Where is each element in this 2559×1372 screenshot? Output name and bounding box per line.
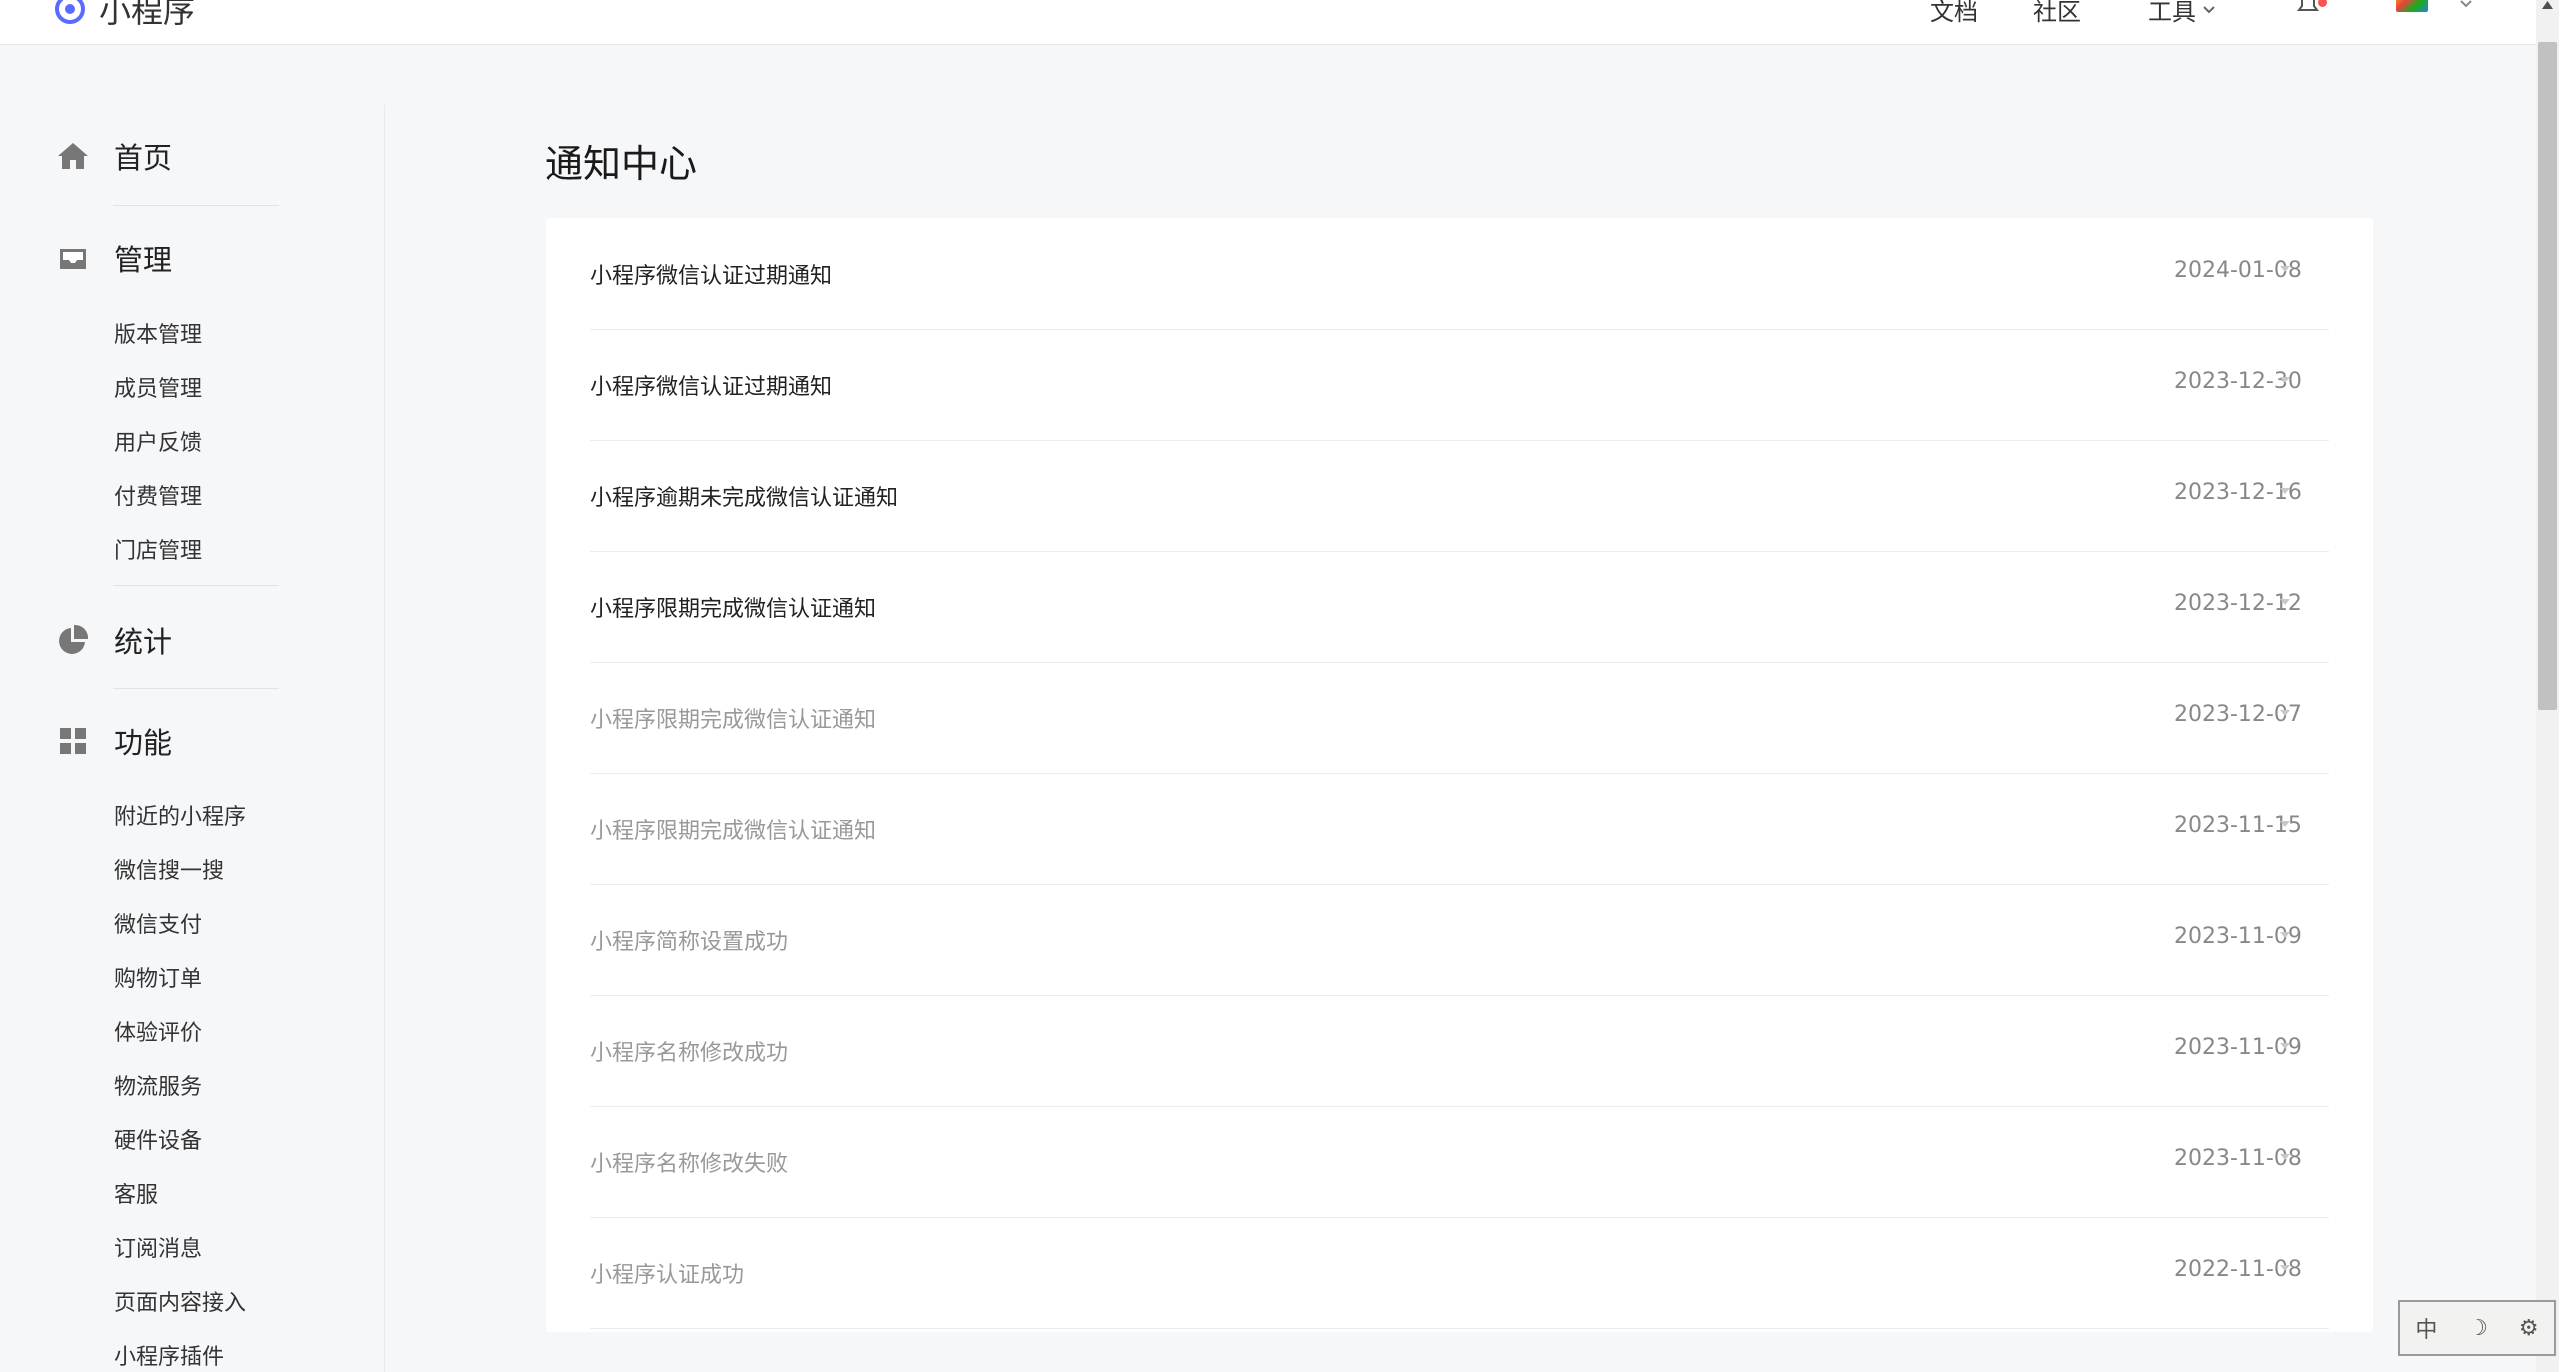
sidebar-subitem-service[interactable]: 客服 <box>114 1177 158 1209</box>
inbox-icon <box>60 249 86 269</box>
sidebar-item-label: 功能 <box>114 726 173 760</box>
nav-docs[interactable]: 文档 <box>1930 0 1978 27</box>
notification-row[interactable]: 小程序简称设置成功 2023-11-09 <box>590 884 2329 996</box>
notification-title: 小程序限期完成微信认证通知 <box>590 819 877 844</box>
chevron-down-icon[interactable] <box>2278 819 2292 829</box>
divider <box>113 585 279 586</box>
nav-tools-label: 工具 <box>2148 0 2196 26</box>
chevron-down-icon[interactable] <box>2278 708 2292 718</box>
notification-title: 小程序认证成功 <box>590 1263 745 1288</box>
chevron-down-icon[interactable] <box>2278 486 2292 496</box>
moon-icon[interactable]: ☽ <box>2468 1316 2488 1341</box>
ime-language-indicator[interactable]: 中 <box>2415 1312 2437 1344</box>
home-icon <box>58 143 88 169</box>
logo[interactable]: 小程序 <box>55 0 195 32</box>
sidebar-item-stats[interactable]: 统计 <box>56 619 172 661</box>
ime-toolbar[interactable]: 中 ☽ ⚙ <box>2398 1300 2556 1356</box>
divider <box>113 205 279 206</box>
sidebar-subitem-nearby[interactable]: 附近的小程序 <box>114 799 246 831</box>
notification-title: 小程序限期完成微信认证通知 <box>590 597 877 622</box>
sidebar-item-label: 首页 <box>114 141 173 175</box>
sidebar-item-label: 统计 <box>114 625 173 659</box>
notification-row[interactable]: 小程序微信认证过期通知 2024-01-08 <box>590 218 2329 330</box>
scrollbar-thumb[interactable] <box>2538 42 2557 710</box>
sidebar-subitem-feedback[interactable]: 用户反馈 <box>114 425 202 457</box>
grid-icon <box>60 728 86 754</box>
page-title: 通知中心 <box>545 142 698 187</box>
avatar-chevron-down-icon[interactable] <box>2460 0 2472 10</box>
nav-community[interactable]: 社区 <box>2033 0 2081 27</box>
sidebar-item-label: 管理 <box>114 243 173 277</box>
miniprogram-logo-icon <box>55 0 85 24</box>
scroll-up-arrow-icon[interactable] <box>2541 0 2554 10</box>
sidebar-subitem-version[interactable]: 版本管理 <box>114 317 202 349</box>
notification-row[interactable]: 小程序限期完成微信认证通知 2023-11-15 <box>590 773 2329 885</box>
notification-title: 小程序简称设置成功 <box>590 930 789 955</box>
notification-row[interactable]: 小程序名称修改失败 2023-11-08 <box>590 1106 2329 1218</box>
chevron-down-icon[interactable] <box>2278 597 2292 607</box>
notification-row[interactable]: 小程序认证成功 2022-11-08 <box>590 1217 2329 1329</box>
avatar[interactable] <box>2396 0 2428 12</box>
sidebar-subitem-reviews[interactable]: 体验评价 <box>114 1015 202 1047</box>
top-bar: 小程序 文档 社区 工具 <box>0 0 2536 45</box>
notification-row[interactable]: 小程序微信认证过期通知 2023-12-30 <box>590 329 2329 441</box>
sidebar-subitem-orders[interactable]: 购物订单 <box>114 961 202 993</box>
sidebar-subitem-members[interactable]: 成员管理 <box>114 371 202 403</box>
chevron-down-icon[interactable] <box>2278 264 2292 274</box>
notification-title: 小程序名称修改成功 <box>590 1041 789 1066</box>
sidebar-subitem-stores[interactable]: 门店管理 <box>114 533 202 565</box>
notification-dot <box>2318 0 2327 7</box>
chevron-down-icon[interactable] <box>2278 1041 2292 1051</box>
nav-tools[interactable]: 工具 <box>2148 0 2216 27</box>
notification-row[interactable]: 小程序名称修改成功 2023-11-09 <box>590 995 2329 1107</box>
sidebar-subitem-search[interactable]: 微信搜一搜 <box>114 853 224 885</box>
sidebar-subitem-billing[interactable]: 付费管理 <box>114 479 202 511</box>
notification-title: 小程序微信认证过期通知 <box>590 375 833 400</box>
sidebar-item-home[interactable]: 首页 <box>56 135 172 177</box>
sidebar-item-manage[interactable]: 管理 <box>56 237 172 279</box>
logo-text: 小程序 <box>99 0 196 30</box>
sidebar-item-features[interactable]: 功能 <box>56 720 172 762</box>
notification-title: 小程序限期完成微信认证通知 <box>590 708 877 733</box>
notification-title: 小程序逾期未完成微信认证通知 <box>590 486 899 511</box>
chevron-down-icon[interactable] <box>2278 375 2292 385</box>
sidebar: 首页 管理 版本管理 成员管理 用户反馈 付费管理 门店管理 统计 功能 附近的… <box>0 45 384 1372</box>
sidebar-subitem-plugins[interactable]: 小程序插件 <box>114 1339 224 1371</box>
sidebar-subitem-hardware[interactable]: 硬件设备 <box>114 1123 202 1155</box>
sidebar-divider <box>384 105 385 1372</box>
notification-row[interactable]: 小程序逾期未完成微信认证通知 2023-12-16 <box>590 440 2329 552</box>
gear-icon[interactable]: ⚙ <box>2519 1316 2539 1341</box>
sidebar-subitem-logistics[interactable]: 物流服务 <box>114 1069 202 1101</box>
sidebar-subitem-pay[interactable]: 微信支付 <box>114 907 202 939</box>
notification-title: 小程序名称修改失败 <box>590 1152 789 1177</box>
chevron-down-icon <box>2203 5 2215 13</box>
chevron-down-icon[interactable] <box>2278 1263 2292 1273</box>
pie-chart-icon <box>59 624 89 654</box>
notification-list: 小程序微信认证过期通知 2024-01-08 小程序微信认证过期通知 2023-… <box>546 218 2373 1332</box>
chevron-down-icon[interactable] <box>2278 930 2292 940</box>
notification-row[interactable]: 小程序限期完成微信认证通知 2023-12-07 <box>590 662 2329 774</box>
chevron-down-icon[interactable] <box>2278 1152 2292 1162</box>
divider <box>113 688 279 689</box>
sidebar-subitem-subscribe[interactable]: 订阅消息 <box>114 1231 202 1263</box>
notification-row[interactable]: 小程序限期完成微信认证通知 2023-12-12 <box>590 551 2329 663</box>
notification-title: 小程序微信认证过期通知 <box>590 264 833 289</box>
sidebar-subitem-content[interactable]: 页面内容接入 <box>114 1285 246 1317</box>
